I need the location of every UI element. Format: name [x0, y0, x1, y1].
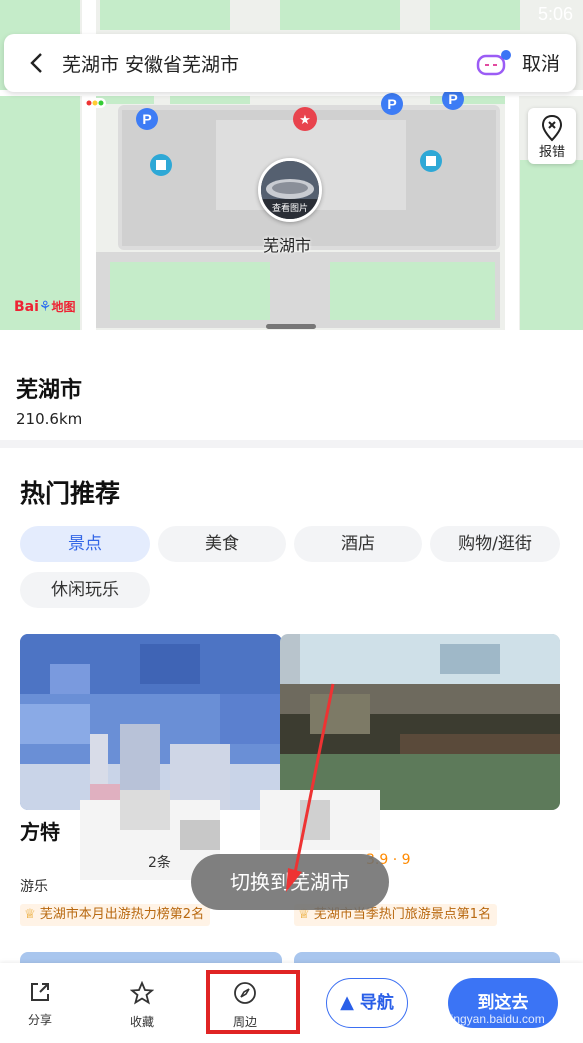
view-photo-marker[interactable]: 查看图片 — [258, 158, 322, 222]
nearby-highlight-annotation — [206, 970, 300, 1034]
place-name: 芜湖市 — [16, 378, 83, 403]
category-chip-attractions[interactable]: 景点 — [20, 526, 150, 562]
category-chip-leisure[interactable]: 休闲玩乐 — [20, 572, 150, 608]
go-here-label: 到这去 — [477, 993, 529, 1013]
favorite-label: 收藏 — [129, 1015, 154, 1029]
status-bar: 5:06 — [0, 0, 583, 30]
view-photo-label: 查看图片 — [271, 204, 308, 214]
report-error-button[interactable]: 报错 — [528, 108, 576, 164]
status-time: 5:06 — [537, 4, 573, 24]
search-bar[interactable]: 芜湖市 安徽省芜湖市 取消 — [4, 34, 576, 92]
back-arrow-icon[interactable] — [22, 48, 52, 78]
attraction-card-image-1[interactable] — [20, 634, 282, 810]
share-label: 分享 — [27, 1013, 52, 1027]
card-1-count: 2条 — [148, 855, 171, 871]
report-error-label: 报错 — [538, 145, 565, 160]
navigation-arrow-icon: ▲ — [340, 992, 354, 1013]
baidu-jingyan-watermark: jingyan.baidu.com — [448, 1012, 545, 1026]
category-chip-hotel[interactable]: 酒店 — [294, 526, 422, 562]
favorite-tab[interactable]: 收藏 — [112, 980, 172, 1030]
place-distance: 210.6km — [16, 410, 83, 428]
place-card[interactable]: 芜湖市 210.6km — [0, 348, 583, 440]
baidu-map-logo: Bai⚘地图 — [14, 299, 76, 315]
cancel-button[interactable]: 取消 — [522, 49, 560, 76]
section-divider — [0, 440, 583, 448]
share-icon — [31, 983, 49, 1001]
share-tab[interactable]: 分享 — [10, 981, 70, 1028]
assistant-robot-icon[interactable] — [474, 48, 512, 78]
card-1-rank-text: 芜湖市本月出游热力榜第2名 — [39, 907, 205, 922]
pixelated-photo — [280, 634, 560, 810]
toast-message: 切换到芜湖市 — [191, 854, 389, 910]
map-view[interactable]: P P P ★ 5:06 芜湖市 安徽省芜湖市 取消 报错 查看图片 芜湖市 Bai… — [0, 0, 583, 348]
card-1-title: 方特 — [20, 820, 60, 844]
navigate-label: 导航 — [359, 993, 394, 1013]
map-place-label[interactable]: 芜湖市 — [263, 232, 311, 256]
pixelated-photo — [20, 634, 282, 810]
attraction-card-image-2[interactable] — [280, 634, 560, 810]
card-1-type: 游乐 — [20, 879, 48, 895]
category-chip-food[interactable]: 美食 — [158, 526, 286, 562]
svg-text:P: P — [142, 111, 151, 127]
recommend-title: 热门推荐 — [20, 479, 121, 508]
svg-text:P: P — [387, 96, 396, 112]
svg-text:★: ★ — [299, 113, 311, 128]
star-icon — [129, 980, 155, 1005]
trophy-icon: ♕ — [24, 907, 36, 922]
category-chip-shopping[interactable]: 购物/逛街 — [430, 526, 560, 562]
navigate-button[interactable]: ▲ 导航 — [326, 978, 408, 1028]
drag-handle[interactable] — [266, 324, 316, 329]
map-pin-x-icon — [541, 114, 563, 142]
svg-text:P: P — [448, 91, 457, 107]
search-title[interactable]: 芜湖市 安徽省芜湖市 — [62, 50, 239, 77]
card-1-rank-badge: ♕ 芜湖市本月出游热力榜第2名 — [20, 904, 211, 926]
